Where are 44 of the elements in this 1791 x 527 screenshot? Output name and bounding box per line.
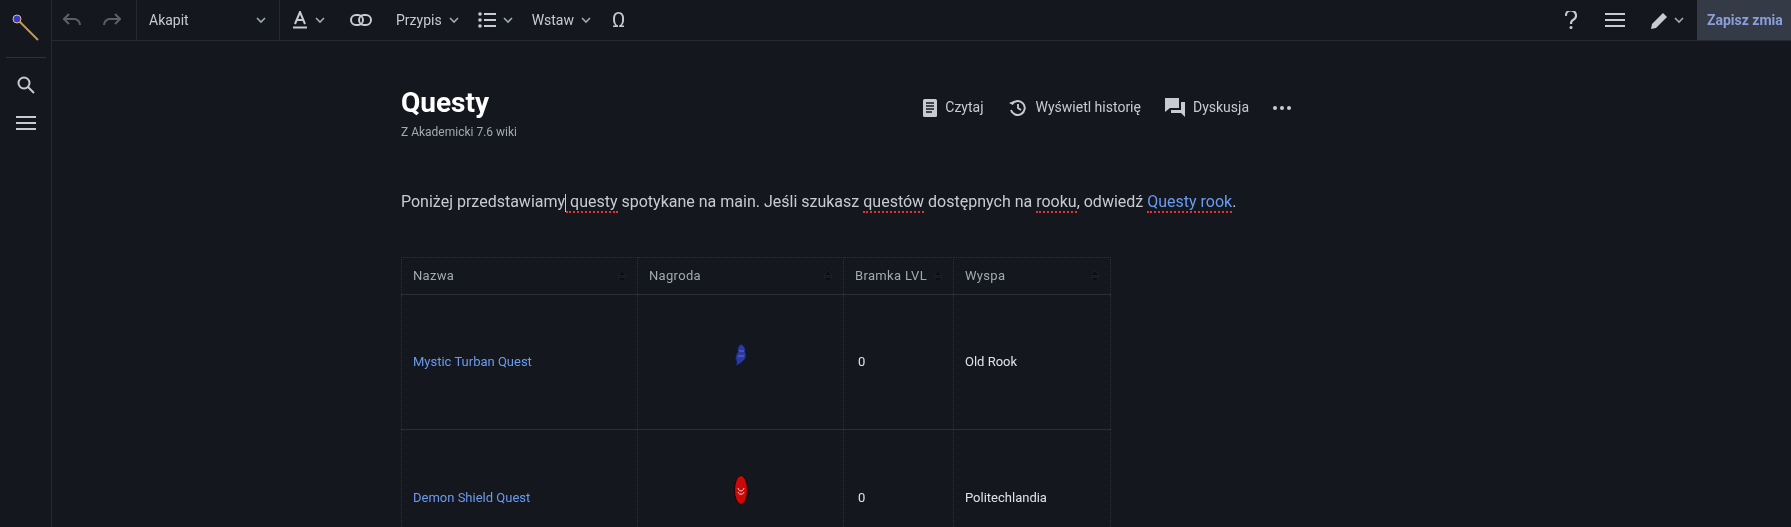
- page-subtitle: Z Akademicki 7.6 wiki: [401, 124, 517, 141]
- more-icon[interactable]: [1273, 105, 1291, 110]
- menu-icon[interactable]: [1605, 13, 1625, 27]
- speech-bubbles-icon: [1164, 98, 1185, 117]
- chevron-down-icon: [1673, 14, 1685, 26]
- help-icon[interactable]: [1565, 11, 1577, 29]
- chevron-down-icon: [501, 14, 514, 26]
- chevron-down-icon: [314, 14, 326, 26]
- table-cell: Politechlandia: [953, 429, 1111, 527]
- intro-paragraph: Poniżej przedstawiamy questy spotykane na main. Jeśli szukasz questów dostępnych na rooku, odwiedź Questy rook.: [401, 191, 1238, 214]
- quest-link[interactable]: Mystic Turban Quest: [413, 354, 532, 370]
- save-button[interactable]: Zapisz zmia: [1697, 0, 1791, 40]
- insert-dropdown[interactable]: Wstaw: [519, 0, 604, 40]
- chevron-down-icon: [255, 14, 267, 26]
- document-icon: [923, 98, 938, 117]
- list-icon: [477, 12, 496, 28]
- staff-logo[interactable]: [11, 14, 40, 42]
- paragraph-format-dropdown[interactable]: Akapit: [137, 0, 279, 40]
- column-header[interactable]: Bramka LVL: [843, 257, 954, 295]
- page-action-link[interactable]: Wyświetl historię: [1007, 97, 1141, 118]
- column-header[interactable]: Wyspa: [953, 257, 1111, 295]
- turban-icon: [734, 344, 747, 366]
- undo-icon: [63, 13, 81, 27]
- special-character-button[interactable]: Ω: [604, 0, 634, 40]
- reference-dropdown[interactable]: Przypis: [384, 0, 472, 40]
- page-action-link[interactable]: Dyskusja: [1164, 97, 1249, 118]
- column-header[interactable]: Nazwa: [401, 257, 638, 295]
- redo-icon: [103, 13, 121, 27]
- table-cell: 0: [843, 429, 954, 527]
- shield-icon: [733, 475, 748, 506]
- text-style-icon: [292, 11, 308, 29]
- menu-icon[interactable]: [15, 116, 36, 130]
- page-title: Questy: [401, 85, 491, 121]
- pencil-icon: [1651, 11, 1669, 29]
- search-icon[interactable]: [16, 76, 35, 94]
- column-header[interactable]: Nagroda: [637, 257, 844, 295]
- chevron-down-icon: [580, 14, 592, 26]
- table-cell: 0: [843, 294, 954, 430]
- chevron-down-icon: [447, 14, 460, 26]
- history-icon: [1007, 97, 1028, 118]
- link-icon[interactable]: [350, 14, 372, 26]
- table-cell: Old Rook: [953, 294, 1111, 430]
- page-action-link[interactable]: Czytaj: [923, 97, 984, 118]
- quest-link[interactable]: Demon Shield Quest: [413, 489, 531, 505]
